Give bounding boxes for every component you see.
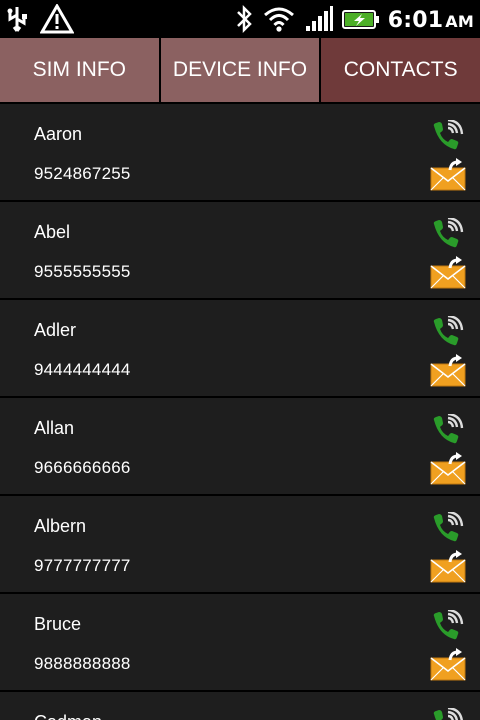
contact-number: 9777777777 — [34, 556, 131, 575]
contact-row[interactable]: Albern 9777777777 — [0, 496, 480, 594]
clock-ampm: AM — [445, 11, 474, 31]
clock-time: 6:01 — [387, 7, 444, 33]
signal-icon — [304, 4, 334, 38]
status-bar: 6:01 AM — [0, 0, 480, 38]
call-icon[interactable] — [430, 510, 464, 544]
call-icon[interactable] — [430, 608, 464, 642]
contact-name: Abel — [34, 222, 71, 242]
tab-device-info[interactable]: DEVICE INFO — [160, 38, 322, 102]
call-icon[interactable] — [430, 216, 464, 250]
message-icon[interactable] — [430, 354, 466, 388]
message-icon[interactable] — [430, 452, 466, 486]
clock: 6:01 AM — [388, 6, 474, 37]
contact-name: Albern — [34, 516, 87, 536]
contact-row[interactable]: Adler 9444444444 — [0, 300, 480, 398]
contact-row[interactable]: Aaron 9524867255 — [0, 102, 480, 202]
contact-row[interactable]: Abel 9555555555 — [0, 202, 480, 300]
tab-bar: SIM INFO DEVICE INFO CONTACTS — [0, 38, 480, 102]
message-icon[interactable] — [430, 550, 466, 584]
message-icon[interactable] — [430, 158, 466, 192]
contact-list: Aaron 9524867255 Abel 9555555555 Adler 9… — [0, 102, 480, 720]
contact-name: Adler — [34, 320, 77, 340]
contact-number: 9555555555 — [34, 262, 131, 281]
contact-name: Bruce — [34, 614, 82, 634]
contact-row[interactable]: Cadman — [0, 692, 480, 720]
contact-row[interactable]: Bruce 9888888888 — [0, 594, 480, 692]
message-icon[interactable] — [430, 256, 466, 290]
contact-number: 9666666666 — [34, 458, 131, 477]
warning-icon — [39, 2, 75, 38]
call-icon[interactable] — [430, 706, 464, 720]
battery-icon — [341, 4, 380, 38]
contact-name: Aaron — [34, 124, 83, 144]
tab-contacts[interactable]: CONTACTS — [321, 38, 480, 102]
contact-name: Allan — [34, 418, 75, 438]
contact-number: 9444444444 — [34, 360, 131, 379]
contact-row[interactable]: Allan 9666666666 — [0, 398, 480, 496]
wifi-icon — [262, 4, 296, 38]
contact-number: 9888888888 — [34, 654, 131, 673]
contact-name: Cadman — [34, 712, 102, 720]
call-icon[interactable] — [430, 412, 464, 446]
usb-icon — [4, 5, 30, 37]
tab-sim-info[interactable]: SIM INFO — [0, 38, 161, 102]
call-icon[interactable] — [430, 314, 464, 348]
contact-number: 9524867255 — [34, 164, 131, 183]
message-icon[interactable] — [430, 648, 466, 682]
call-icon[interactable] — [430, 118, 464, 152]
bluetooth-icon — [234, 4, 254, 38]
